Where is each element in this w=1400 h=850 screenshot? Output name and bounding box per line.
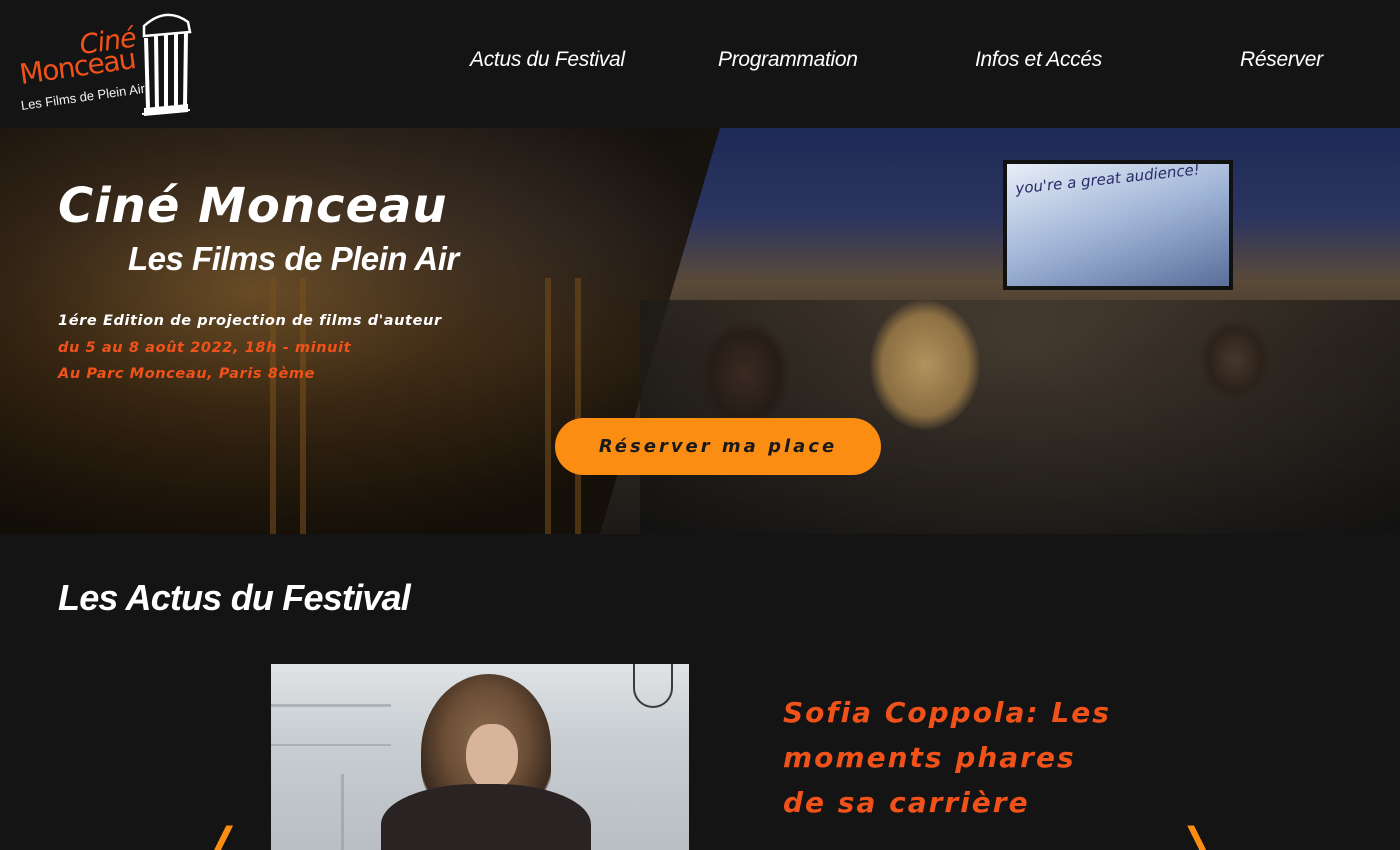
audience-head [700, 320, 790, 430]
main-nav: Actus du Festival Programmation Infos et… [0, 48, 1400, 78]
wall-lamp [633, 664, 673, 708]
gate-pillar [575, 278, 581, 534]
wall-molding [271, 744, 391, 746]
audience-head [1200, 320, 1270, 400]
nav-item-actus[interactable]: Actus du Festival [470, 48, 625, 72]
reserve-seat-button[interactable]: Réserver ma place [555, 418, 881, 475]
hero-subtitle: Les Films de Plein Air [128, 240, 459, 277]
news-section-title: Les Actus du Festival [58, 577, 411, 618]
hero-title: Ciné Monceau [58, 178, 448, 234]
portrait-body [381, 784, 591, 850]
hero-dates-text: du 5 au 8 août 2022, 18h - minuit [58, 340, 352, 356]
hero-location-text: Au Parc Monceau, Paris 8ème [58, 366, 316, 382]
nav-item-programmation[interactable]: Programmation [718, 48, 858, 72]
gate-pillar [545, 278, 551, 534]
chevron-right-icon[interactable]: ❭ [1176, 818, 1216, 850]
article-image[interactable] [271, 664, 689, 850]
portrait-face [466, 724, 518, 790]
audience-head [870, 300, 980, 430]
screen-caption: you're a great audience! [1014, 160, 1201, 198]
chevron-left-icon[interactable]: ❬ [204, 818, 244, 850]
hero-edition-text: 1ére Edition de projection de films d'au… [58, 313, 442, 329]
audience-crowd [640, 300, 1400, 534]
outdoor-cinema-screen: you're a great audience! [1003, 160, 1233, 290]
nav-item-reserver[interactable]: Réserver [1240, 48, 1323, 72]
nav-item-infos[interactable]: Infos et Accés [975, 48, 1102, 72]
wall-molding [271, 704, 391, 707]
door-panel [341, 774, 344, 850]
site-header: Ciné Monceau Les Films de Plein Air Actu… [0, 0, 1400, 128]
article-title[interactable]: Sofia Coppola: Les moments phares de sa … [783, 690, 1123, 825]
